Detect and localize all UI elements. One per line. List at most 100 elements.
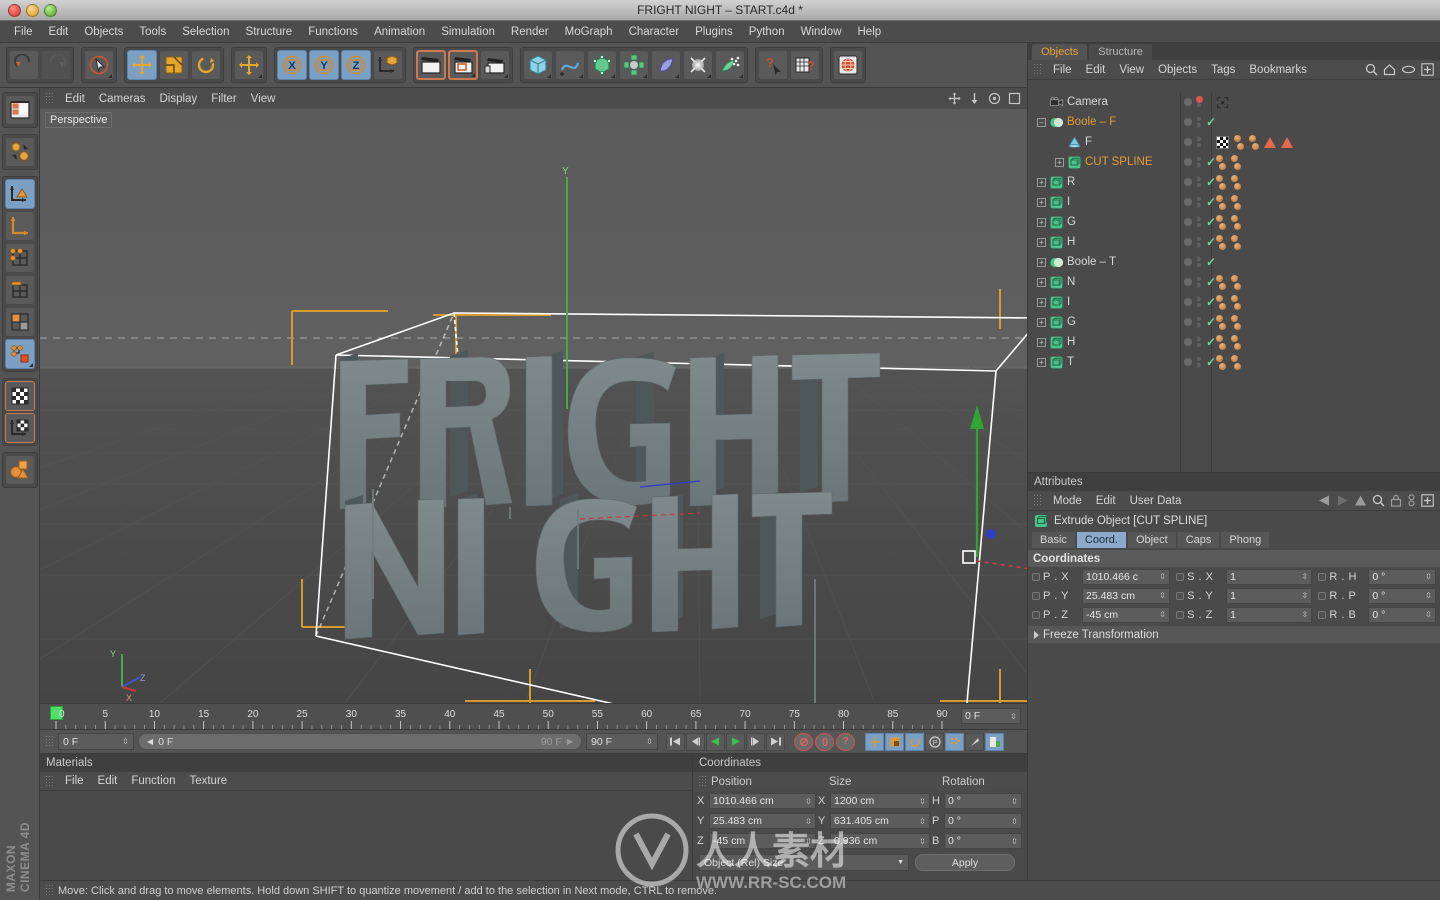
objects-panel-icons[interactable]	[1365, 63, 1434, 76]
stepper-icon[interactable]: ⇳	[919, 815, 926, 828]
lock-icon[interactable]	[1390, 494, 1402, 507]
position-z-field[interactable]: -45 cm ⇳	[709, 833, 816, 849]
menu-file[interactable]: File	[6, 24, 41, 40]
menu-objects[interactable]: Objects	[76, 24, 131, 40]
modeling-object-button[interactable]	[619, 50, 649, 80]
position-lock-checkbox[interactable]	[1032, 572, 1040, 581]
viewport-menu-view[interactable]: View	[244, 91, 283, 107]
parameter-key-button[interactable]: P	[925, 732, 944, 751]
visibility-render-dots[interactable]	[1197, 157, 1201, 167]
material-tag-icon[interactable]	[1216, 354, 1226, 370]
expand-toggle-icon[interactable]: +	[1037, 297, 1046, 307]
viewport-menu-cameras[interactable]: Cameras	[92, 91, 153, 107]
attributes-tab-basic[interactable]: Basic	[1032, 532, 1075, 548]
plus-icon[interactable]	[1421, 63, 1434, 76]
search-icon[interactable]	[1365, 63, 1378, 76]
visibility-render-dots[interactable]	[1197, 137, 1201, 147]
expand-toggle-icon[interactable]: +	[1037, 357, 1046, 367]
material-tag-icon[interactable]	[1216, 314, 1226, 330]
scale-lock-checkbox[interactable]	[1176, 572, 1185, 581]
rotation-lock-checkbox[interactable]	[1318, 610, 1327, 619]
attr-r-h-field[interactable]: 0 ° ⇳	[1368, 568, 1436, 585]
object-name[interactable]: H	[1067, 236, 1075, 248]
go-to-start-button[interactable]	[666, 732, 685, 751]
scale-key-button[interactable]	[885, 732, 904, 751]
deformer-button[interactable]	[651, 50, 681, 80]
scale-lock-checkbox[interactable]	[1176, 591, 1185, 600]
object-mode-button[interactable]	[4, 179, 35, 209]
enable-checkmark-icon[interactable]: ✓	[1206, 176, 1216, 188]
size-x-field[interactable]: 1200 cm ⇳	[830, 793, 930, 809]
object-tree-row[interactable]: + G ✓	[1028, 212, 1440, 232]
viewport-3d[interactable]: Perspective Y Y Z X	[40, 109, 1027, 703]
menu-python[interactable]: Python	[741, 24, 793, 40]
objects-menu-view[interactable]: View	[1112, 62, 1151, 78]
material-tag-icon[interactable]	[1216, 294, 1226, 310]
menu-tools[interactable]: Tools	[131, 24, 174, 40]
objects-menu-bookmarks[interactable]: Bookmarks	[1242, 62, 1314, 78]
undo-button[interactable]	[9, 50, 39, 80]
menu-render[interactable]: Render	[503, 24, 557, 40]
position-lock-checkbox[interactable]	[1032, 591, 1040, 600]
dropdown-corner-icon[interactable]	[675, 74, 679, 78]
objects-menu-file[interactable]: File	[1046, 62, 1079, 78]
move-alt-button[interactable]	[234, 50, 264, 80]
step-back-button[interactable]	[686, 732, 705, 751]
chevron-right-icon[interactable]	[1034, 630, 1039, 639]
attributes-tab-coord[interactable]: Coord.	[1076, 532, 1126, 548]
materials-menu-texture[interactable]: Texture	[182, 773, 234, 789]
play-backward-button[interactable]	[706, 732, 725, 751]
position-lock-checkbox[interactable]	[1032, 610, 1040, 619]
visibility-render-dots[interactable]	[1197, 257, 1201, 267]
axis-y-button[interactable]: Y	[309, 50, 339, 80]
visibility-render-dots[interactable]	[1197, 197, 1201, 207]
render-region-button[interactable]	[448, 50, 478, 80]
scale-tool-button[interactable]	[159, 50, 189, 80]
menu-selection[interactable]: Selection	[174, 24, 237, 40]
enable-checkmark-icon[interactable]: ✓	[1206, 356, 1216, 368]
visibility-editor-dot[interactable]	[1184, 318, 1192, 326]
transport-controls[interactable]	[666, 732, 786, 751]
object-tree-row[interactable]: + Boole – T ✓	[1028, 252, 1440, 272]
edge-mode-button[interactable]	[4, 275, 35, 305]
material-tag-icon[interactable]	[1216, 234, 1226, 250]
scale-lock-checkbox[interactable]	[1176, 610, 1185, 619]
freeze-transformation-row[interactable]: Freeze Transformation	[1028, 626, 1440, 643]
menu-window[interactable]: Window	[793, 24, 850, 40]
expand-toggle-icon[interactable]: +	[1037, 337, 1046, 347]
panel-grip-icon[interactable]	[45, 884, 54, 897]
content-browser-button[interactable]	[833, 50, 863, 80]
dropdown-corner-icon[interactable]	[504, 74, 508, 78]
autokey-toggle-button[interactable]	[985, 732, 1004, 751]
objects-panel-tabs[interactable]: Objects Structure	[1028, 43, 1440, 60]
current-frame-field[interactable]: 0 F ⇳	[961, 708, 1021, 724]
object-name[interactable]: T	[1067, 356, 1074, 368]
apply-button[interactable]: Apply	[915, 854, 1015, 871]
object-tree-row[interactable]: + I ✓	[1028, 292, 1440, 312]
visibility-editor-dot[interactable]	[1184, 138, 1192, 146]
visibility-render-dots[interactable]	[1197, 317, 1201, 327]
stepper-icon[interactable]: ⇳	[1301, 608, 1309, 621]
rotation-lock-checkbox[interactable]	[1318, 591, 1327, 600]
axis-mode-button[interactable]	[4, 211, 35, 241]
undo-view-button[interactable]	[4, 137, 35, 167]
material-tag-icon[interactable]	[1234, 134, 1244, 150]
size-y-field[interactable]: 631.405 cm ⇳	[830, 813, 930, 829]
visibility-render-dots[interactable]	[1197, 117, 1201, 127]
spline-pen-button[interactable]	[555, 50, 585, 80]
object-tree-row[interactable]: + N ✓	[1028, 272, 1440, 292]
material-tag-icon[interactable]	[1231, 154, 1241, 170]
timeline-ticks[interactable]: 0 5 10 15 20 25 30 35 40 45 50 55 60 65 70 75 80 85 90	[50, 704, 955, 730]
coordinate-mode-select[interactable]: Object (Rel) Size ▼	[699, 854, 909, 871]
enable-checkmark-icon[interactable]: ✓	[1206, 276, 1216, 288]
attr-p-y-field[interactable]: 25.483 cm ⇳	[1082, 587, 1171, 604]
expand-toggle-icon[interactable]: +	[1037, 177, 1046, 187]
object-tree-row[interactable]: + CUT SPLINE ✓	[1028, 152, 1440, 172]
attributes-menu-mode[interactable]: Mode	[1046, 493, 1089, 509]
up-arrow-icon[interactable]	[1354, 495, 1367, 506]
menu-edit[interactable]: Edit	[41, 24, 77, 40]
rotation-key-button[interactable]	[905, 732, 924, 751]
object-name[interactable]: R	[1067, 176, 1075, 188]
object-tree-row[interactable]: Camera	[1028, 92, 1440, 112]
objects-menu-tags[interactable]: Tags	[1204, 62, 1242, 78]
